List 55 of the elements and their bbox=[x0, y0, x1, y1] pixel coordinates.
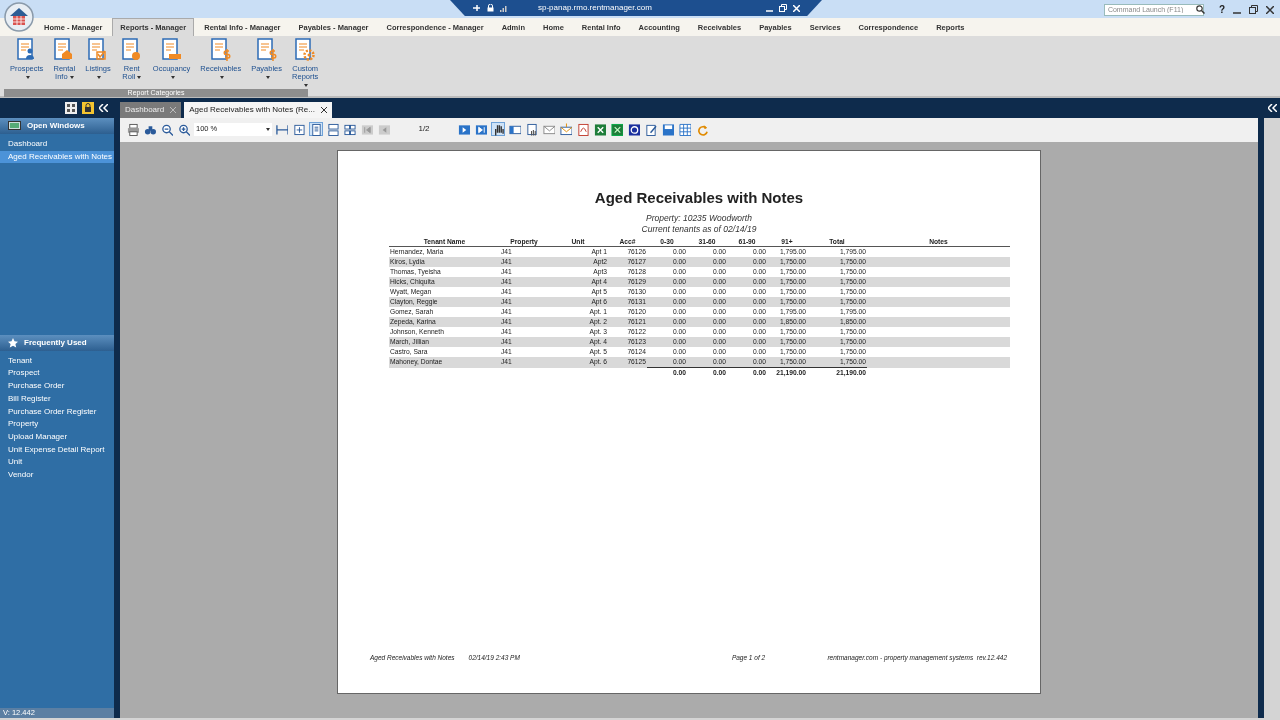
document-tab[interactable]: Aged Receivables with Notes (Re... bbox=[184, 102, 332, 118]
table-icon[interactable] bbox=[678, 122, 692, 136]
lock-icon[interactable] bbox=[82, 102, 94, 114]
last-page-icon[interactable] bbox=[474, 122, 488, 136]
layout-icon[interactable] bbox=[65, 102, 77, 114]
shortcut-link[interactable]: Bill Register bbox=[0, 392, 114, 406]
restore-icon[interactable] bbox=[779, 4, 787, 12]
shortcut-link[interactable]: Purchase Order bbox=[0, 380, 114, 393]
document-gear-icon bbox=[294, 38, 317, 62]
open-window-item[interactable]: Dashboard bbox=[0, 138, 114, 151]
close-icon[interactable] bbox=[1266, 5, 1274, 14]
shortcut-link[interactable]: Unit bbox=[0, 456, 114, 470]
page-icon[interactable] bbox=[309, 122, 323, 136]
shortcut-link[interactable]: Tenant bbox=[0, 354, 114, 368]
document-tab[interactable]: Dashboard bbox=[120, 102, 182, 118]
report-subtitle: Property: 10235 Woodworth bbox=[645, 213, 753, 224]
zoom-in-icon[interactable] bbox=[177, 122, 191, 136]
shortcut-link[interactable]: Vendor bbox=[0, 469, 114, 482]
next-page-icon[interactable] bbox=[457, 122, 471, 136]
page-indicator: 1/2 bbox=[417, 123, 431, 135]
spreadsheet-icon[interactable] bbox=[610, 122, 624, 136]
document-dollar-icon bbox=[255, 38, 278, 62]
shortcut-link[interactable]: Property bbox=[0, 418, 114, 431]
pdf-icon[interactable] bbox=[576, 122, 590, 136]
open-window-item[interactable]: Aged Receivables with Notes bbox=[0, 150, 114, 164]
signal-icon bbox=[500, 4, 508, 12]
printer-icon[interactable] bbox=[126, 122, 140, 136]
pin-icon[interactable] bbox=[472, 4, 481, 12]
window-icon bbox=[8, 121, 21, 131]
edit-icon[interactable] bbox=[644, 122, 658, 136]
restore-icon[interactable] bbox=[1249, 5, 1258, 14]
pages-icon[interactable] bbox=[326, 122, 340, 136]
grid-icon[interactable] bbox=[343, 122, 357, 136]
collapse-icon[interactable] bbox=[99, 104, 108, 112]
save-icon[interactable] bbox=[661, 122, 675, 136]
star-icon bbox=[8, 337, 18, 348]
help-button[interactable]: ? bbox=[1218, 2, 1225, 17]
envelope-icon[interactable] bbox=[559, 122, 573, 136]
fit-page-icon[interactable] bbox=[292, 122, 306, 136]
shortcut-link[interactable]: Unit Expense Detail Report bbox=[0, 443, 114, 457]
report-title: Aged Receivables with Notes bbox=[593, 189, 805, 207]
spreadsheet-icon[interactable] bbox=[593, 122, 607, 136]
lock-icon[interactable] bbox=[487, 4, 494, 12]
collapse-icon[interactable] bbox=[1267, 104, 1277, 112]
shortcut-link[interactable]: Purchase Order Register bbox=[0, 405, 114, 419]
panel-title: Open Windows bbox=[27, 120, 85, 132]
zoom-out-icon[interactable] bbox=[160, 122, 174, 136]
window-address: sp-panap.rmo.rentmanager.com bbox=[538, 2, 652, 14]
fit-width-icon[interactable] bbox=[275, 122, 289, 136]
shortcut-link[interactable]: Upload Manager bbox=[0, 430, 114, 444]
report-subtitle: Current tenants as of 02/14/19 bbox=[640, 224, 758, 235]
panel-title: Frequently Used bbox=[24, 336, 87, 349]
document-dollar-icon bbox=[209, 38, 232, 62]
shortcut-link[interactable]: Prospect bbox=[0, 367, 114, 381]
close-icon[interactable] bbox=[321, 107, 327, 113]
